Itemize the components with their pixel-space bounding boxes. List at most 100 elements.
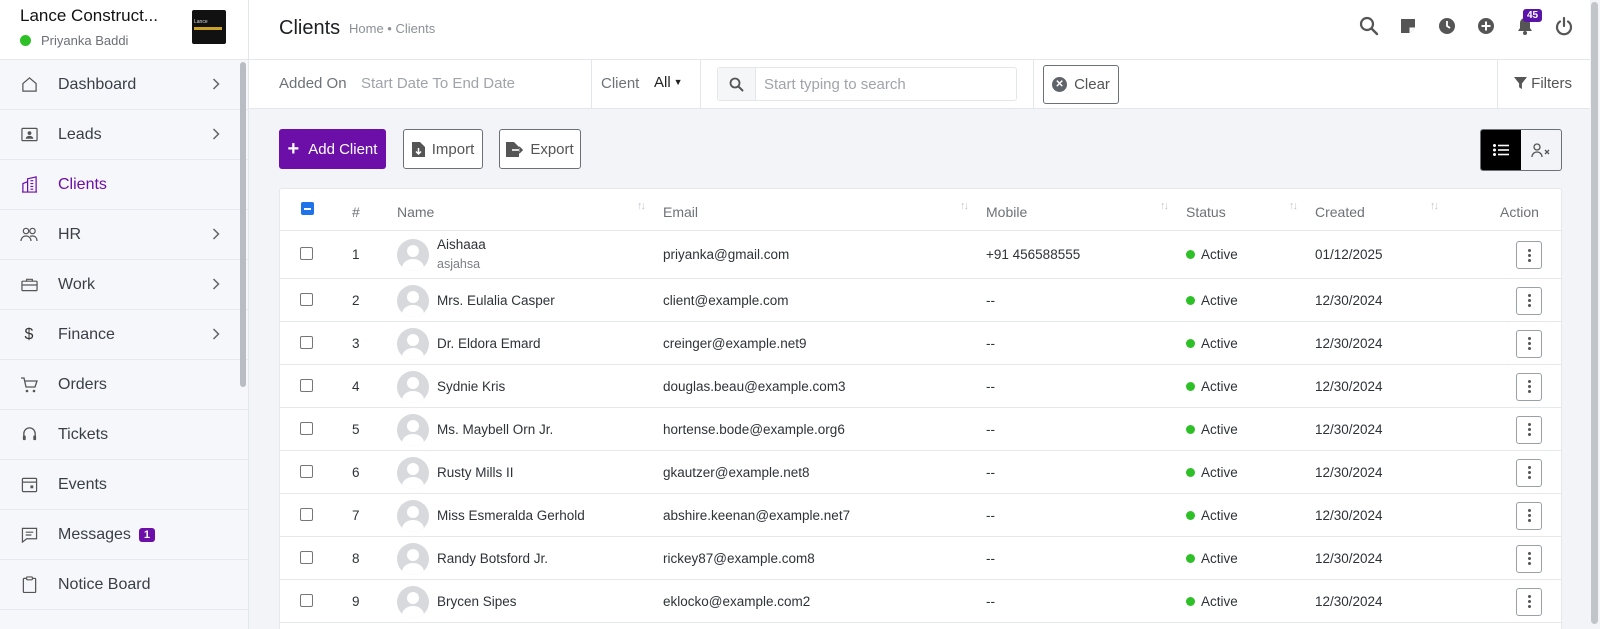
date-range-picker[interactable]: Start Date To End Date <box>361 75 515 92</box>
sidebar-item-notice-board[interactable]: Notice Board <box>0 560 248 610</box>
sidebar-item-label: Orders <box>58 375 107 393</box>
power-icon[interactable] <box>1554 16 1574 36</box>
row-checkbox[interactable] <box>300 335 313 349</box>
import-button[interactable]: Import <box>403 129 483 169</box>
column-header-created[interactable]: Created <box>1315 204 1365 220</box>
sort-icon[interactable]: ↑↓ <box>1430 200 1439 212</box>
user-remove-icon[interactable] <box>1521 130 1561 170</box>
client-name[interactable]: Randy Botsford Jr. <box>437 551 548 566</box>
client-email: hortense.bode@example.org6 <box>663 421 845 437</box>
row-checkbox[interactable] <box>300 550 313 564</box>
client-mobile: -- <box>986 593 995 609</box>
row-number: 2 <box>352 292 360 308</box>
status-badge: Active <box>1186 293 1238 308</box>
status-dot <box>1186 295 1195 305</box>
sidebar-item-events[interactable]: Events <box>0 460 248 510</box>
sidebar-item-work[interactable]: Work <box>0 260 248 310</box>
client-mobile: +91 456588555 <box>986 247 1081 262</box>
table-row: 6 Rusty Mills II gkautzer@example.net8 -- Ac… <box>280 451 1561 494</box>
added-on-label: Added On <box>279 75 347 92</box>
client-name[interactable]: Miss Esmeralda Gerhold <box>437 508 585 523</box>
row-actions-button[interactable] <box>1516 501 1542 530</box>
sidebar-item-leads[interactable]: Leads <box>0 110 248 160</box>
row-actions-button[interactable] <box>1516 415 1542 444</box>
client-name[interactable]: Sydnie Kris <box>437 379 505 394</box>
sidebar-item-messages[interactable]: Messages 1 <box>0 510 248 560</box>
row-actions-button[interactable] <box>1516 286 1542 315</box>
column-header-action: Action <box>1500 204 1539 220</box>
client-email: priyanka@gmail.com <box>663 247 790 262</box>
home-icon <box>20 76 38 94</box>
client-name[interactable]: Ms. Maybell Orn Jr. <box>437 422 553 437</box>
sidebar-item-dashboard[interactable]: Dashboard <box>0 60 248 110</box>
sidebar-scrollbar[interactable] <box>240 62 246 387</box>
company-logo: Lance <box>192 10 226 44</box>
sort-icon[interactable]: ↑↓ <box>1160 200 1169 212</box>
row-checkbox[interactable] <box>300 378 313 392</box>
row-actions-button[interactable] <box>1516 329 1542 358</box>
sidebar-item-tickets[interactable]: Tickets <box>0 410 248 460</box>
filters-button[interactable]: Filters <box>1514 75 1572 92</box>
created-date: 12/30/2024 <box>1315 378 1383 394</box>
row-checkbox[interactable] <box>300 292 313 306</box>
row-actions-button[interactable] <box>1516 241 1542 269</box>
row-actions-button[interactable] <box>1516 372 1542 401</box>
sort-icon[interactable]: ↑↓ <box>637 200 646 212</box>
client-name[interactable]: Brycen Sipes <box>437 594 517 609</box>
sidebar-item-label: Dashboard <box>58 75 137 93</box>
row-actions-button[interactable] <box>1516 544 1542 573</box>
clear-filters-button[interactable]: ✕ Clear <box>1043 65 1119 104</box>
sidebar-item-orders[interactable]: Orders <box>0 360 248 410</box>
brand-header[interactable]: Lance Construct... Priyanka Baddi Lance <box>0 0 248 60</box>
sidebar-item-clients[interactable]: Clients <box>0 160 248 210</box>
sidebar-item-finance[interactable]: $ Finance <box>0 310 248 360</box>
client-filter-label: Client <box>601 75 640 92</box>
row-actions-button[interactable] <box>1516 587 1542 616</box>
row-number: 6 <box>352 464 360 480</box>
add-client-button[interactable]: + Add Client <box>279 129 386 169</box>
search-input[interactable] <box>756 69 1016 99</box>
status-dot <box>1186 250 1195 259</box>
row-actions-button[interactable] <box>1516 458 1542 487</box>
client-name[interactable]: Aishaaa <box>437 237 486 252</box>
row-checkbox[interactable] <box>300 593 313 607</box>
column-header-mobile[interactable]: Mobile <box>986 204 1027 220</box>
briefcase-icon <box>20 276 38 294</box>
status-badge: Active <box>1186 465 1238 480</box>
notification-count-badge: 45 <box>1523 9 1543 22</box>
sort-icon[interactable]: ↑↓ <box>960 200 969 212</box>
client-filter-dropdown[interactable]: All ▼ <box>654 74 683 91</box>
list-view-icon[interactable] <box>1481 130 1521 170</box>
add-circle-icon[interactable] <box>1476 16 1496 36</box>
export-button[interactable]: Export <box>499 129 581 169</box>
row-checkbox[interactable] <box>300 464 313 478</box>
search-icon[interactable] <box>1359 16 1379 36</box>
column-header-name[interactable]: Name <box>397 204 434 220</box>
client-name[interactable]: Rusty Mills II <box>437 465 514 480</box>
table-row: 9 Brycen Sipes eklocko@example.com2 -- Activ… <box>280 580 1561 623</box>
row-number: 5 <box>352 421 360 437</box>
bell-icon[interactable]: 45 <box>1515 9 1543 36</box>
close-circle-icon: ✕ <box>1052 77 1068 92</box>
status-badge: Active <box>1186 247 1238 262</box>
row-number: 9 <box>352 593 360 609</box>
column-header-email[interactable]: Email <box>663 204 698 220</box>
row-checkbox[interactable] <box>300 247 313 260</box>
row-number: 1 <box>352 247 360 262</box>
sort-icon[interactable]: ↑↓ <box>1289 200 1298 212</box>
column-header-status[interactable]: Status <box>1186 204 1226 220</box>
chevron-right-icon <box>212 327 220 345</box>
status-dot <box>1186 596 1195 606</box>
select-all-checkbox[interactable] <box>301 202 314 215</box>
client-name[interactable]: Dr. Eldora Emard <box>437 336 541 351</box>
status-dot <box>1186 553 1195 563</box>
sidebar-item-hr[interactable]: HR <box>0 210 248 260</box>
sticky-note-icon[interactable] <box>1398 16 1418 36</box>
client-email: client@example.com <box>663 292 789 308</box>
created-date: 12/30/2024 <box>1315 550 1383 566</box>
page-scrollbar[interactable] <box>1591 2 1598 624</box>
client-name[interactable]: Mrs. Eulalia Casper <box>437 293 555 308</box>
row-checkbox[interactable] <box>300 507 313 521</box>
clock-icon[interactable] <box>1437 16 1457 36</box>
row-checkbox[interactable] <box>300 421 313 435</box>
